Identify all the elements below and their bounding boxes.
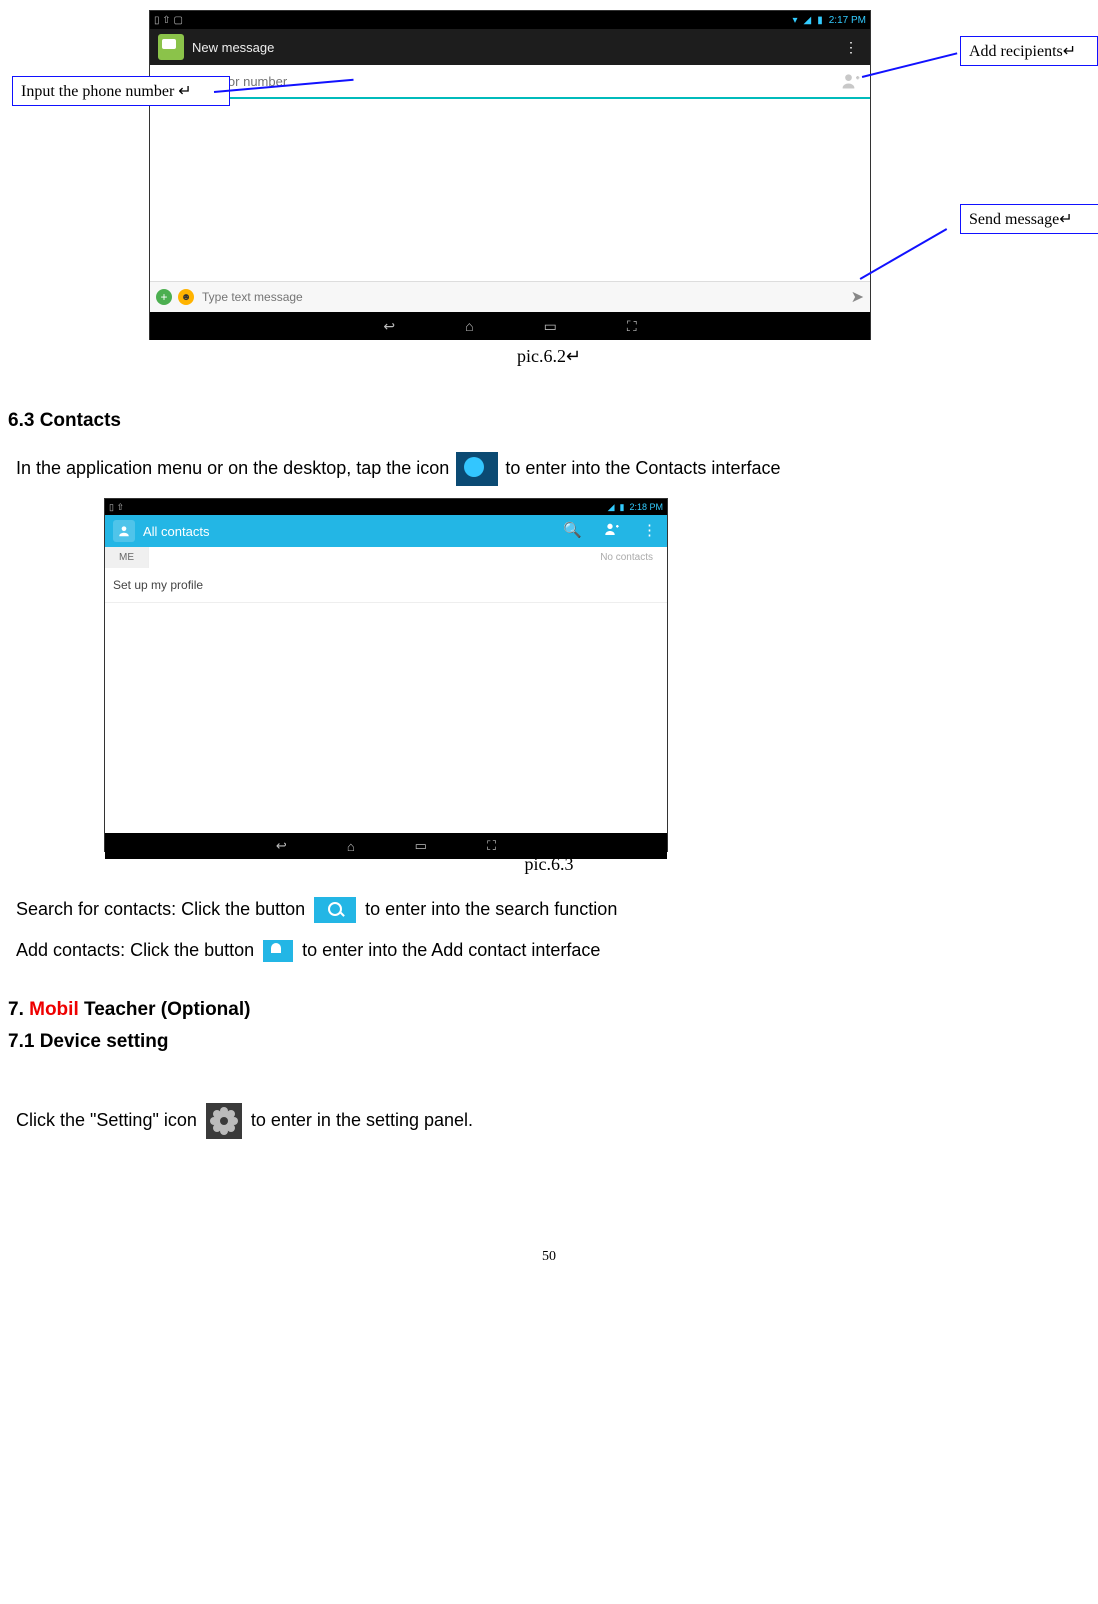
- text: to enter in the setting panel.: [251, 1109, 473, 1129]
- text: Add contacts: Click the button: [16, 940, 254, 960]
- home-icon[interactable]: ⌂: [347, 839, 355, 854]
- settings-icon: [206, 1103, 242, 1139]
- text: to enter into the search function: [365, 899, 617, 919]
- add-contact-button-icon: [263, 940, 293, 962]
- tab-me[interactable]: ME: [105, 547, 149, 568]
- contacts-title: All contacts: [143, 524, 209, 539]
- text: to enter into the Contacts interface: [505, 458, 780, 478]
- tab-no-contacts: No contacts: [586, 547, 667, 568]
- paragraph-search: Search for contacts: Click the button to…: [16, 895, 1082, 924]
- contacts-icon: [113, 520, 135, 542]
- paragraph-add: Add contacts: Click the button to enter …: [16, 936, 1082, 965]
- status-bar: ▯ ⇧ ◢ ▮ 2:18 PM: [105, 499, 667, 515]
- status-time: 2:18 PM: [629, 502, 663, 513]
- contacts-header: All contacts 🔍 ⋮: [105, 515, 667, 547]
- text: 7.: [8, 999, 29, 1020]
- section-heading-7-1: 7.1 Device setting: [0, 1031, 1098, 1053]
- signal-icon: ◢: [608, 502, 615, 513]
- screenshot-icon[interactable]: ⛶: [487, 838, 496, 854]
- text: Click the "Setting" icon: [16, 1109, 202, 1129]
- figure-caption-6-3: pic.6.3: [0, 854, 1098, 875]
- overflow-menu-icon[interactable]: ⋮: [642, 521, 657, 541]
- contacts-tabs: ME No contacts: [105, 547, 667, 568]
- section-heading-6-3: 6.3 Contacts: [0, 410, 1098, 432]
- text: In the application menu or on the deskto…: [16, 458, 454, 478]
- search-icon[interactable]: 🔍: [563, 521, 582, 541]
- setup-profile-row[interactable]: Set up my profile: [105, 568, 667, 603]
- section-heading-7: 7. Mobil Teacher (Optional): [0, 999, 1098, 1021]
- text: Teacher (Optional): [79, 999, 251, 1020]
- recent-icon[interactable]: ▭: [415, 838, 427, 854]
- paragraph-6-3: In the application menu or on the deskto…: [16, 452, 1082, 486]
- search-button-icon: [314, 897, 356, 923]
- status-left-icons: ▯ ⇧: [109, 502, 124, 513]
- battery-icon: ▮: [620, 502, 625, 513]
- back-icon[interactable]: ↩: [276, 838, 287, 854]
- contacts-empty-body: [105, 603, 667, 833]
- text: Search for contacts: Click the button: [16, 899, 310, 919]
- page-number: 50: [0, 1249, 1098, 1265]
- paragraph-setting: Click the "Setting" icon to enter in the…: [16, 1103, 1082, 1139]
- add-contact-icon[interactable]: [604, 521, 620, 541]
- contacts-app-icon: [456, 452, 498, 486]
- screenshot-contacts: ▯ ⇧ ◢ ▮ 2:18 PM All contacts 🔍 ⋮: [104, 498, 668, 852]
- text-mobil: Mobil: [29, 999, 79, 1020]
- text: to enter into the Add contact interface: [302, 940, 600, 960]
